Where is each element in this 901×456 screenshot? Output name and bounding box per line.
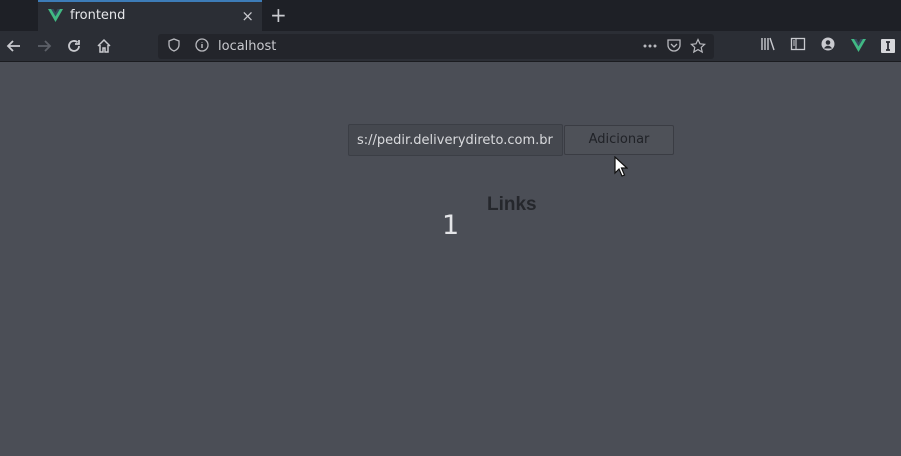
bookmark-star-icon[interactable]	[690, 38, 706, 54]
home-icon	[97, 38, 111, 53]
site-info-icon[interactable]	[194, 38, 210, 54]
sidebar-icon[interactable]	[788, 36, 808, 56]
back-arrow-icon	[6, 40, 20, 52]
tab-close-icon[interactable]: ×	[241, 7, 254, 25]
url-bar[interactable]: localhost	[158, 34, 714, 59]
add-button[interactable]: Adicionar	[564, 125, 674, 155]
library-icon[interactable]	[758, 36, 778, 56]
back-button[interactable]	[4, 36, 24, 56]
vue-icon	[48, 9, 63, 22]
mouse-cursor-icon	[614, 156, 628, 177]
tracking-protection-icon[interactable]	[166, 38, 182, 54]
page-content: Adicionar Links 1	[0, 62, 901, 456]
tab-title: frontend	[70, 8, 126, 23]
url-text[interactable]: localhost	[218, 39, 276, 54]
navigation-bar: localhost	[0, 31, 901, 62]
tab-strip: frontend × +	[0, 0, 901, 31]
home-button[interactable]	[94, 36, 114, 56]
reload-icon	[68, 40, 80, 52]
reload-button[interactable]	[64, 36, 84, 56]
forward-arrow-icon	[38, 40, 52, 52]
new-tab-button[interactable]: +	[270, 4, 287, 26]
account-icon[interactable]	[818, 36, 838, 56]
link-url-input[interactable]	[348, 124, 563, 156]
links-heading: Links	[487, 194, 537, 215]
pocket-icon[interactable]	[666, 38, 682, 54]
extension-icon[interactable]	[878, 36, 898, 56]
page-actions-icon[interactable]	[642, 38, 658, 54]
vue-devtools-icon[interactable]	[848, 36, 868, 56]
links-count: 1	[442, 210, 460, 241]
forward-button[interactable]	[34, 36, 54, 56]
browser-tab-frontend[interactable]: frontend ×	[38, 0, 262, 31]
